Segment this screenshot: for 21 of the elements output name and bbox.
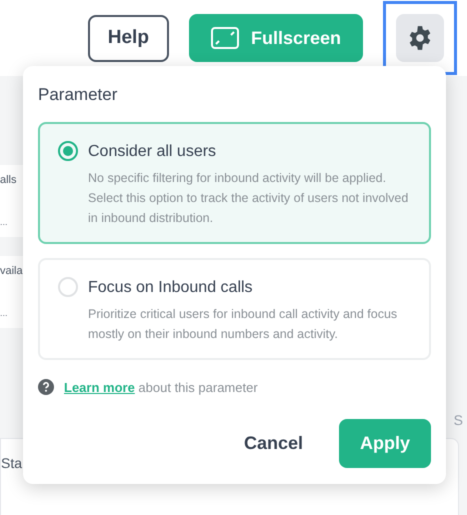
cancel-button[interactable]: Cancel (224, 420, 323, 468)
card-label: vaila (0, 264, 24, 278)
section-label: S (454, 411, 463, 430)
option-label: Consider all users (88, 142, 218, 162)
card-note: ... (0, 217, 9, 227)
fullscreen-icon (210, 27, 239, 49)
card-label: alls (0, 173, 18, 187)
option-description: Prioritize critical users for inbound call activity and focus mostly on their inbound numbers and activity. (88, 306, 398, 343)
help-text: Learn more about this parameter (64, 378, 258, 397)
help-icon (38, 379, 54, 396)
settings-icon (407, 25, 433, 51)
radio-button[interactable] (58, 140, 78, 160)
option-card[interactable]: Focus on Inbound calls Prioritize critical users for inbound call activity and focus mostly on their inbound numbers and activity. (38, 258, 431, 360)
card-note: ... (0, 308, 9, 318)
help-button[interactable]: Help (88, 14, 169, 62)
popup-title: Parameter (38, 84, 118, 106)
option-label: Focus on Inbound calls (88, 278, 254, 298)
option-description: No specific filtering for inbound activity will be applied. Select this option to track the activity of users not involved in inbound distribution. (88, 170, 410, 226)
column-header: Sta (1, 454, 22, 473)
option-card[interactable]: Consider all users No specific filtering for inbound activity will be applied. Select this option to track the activity of users not involved in inbound distribution. (38, 122, 431, 244)
settings-button[interactable] (396, 14, 444, 62)
